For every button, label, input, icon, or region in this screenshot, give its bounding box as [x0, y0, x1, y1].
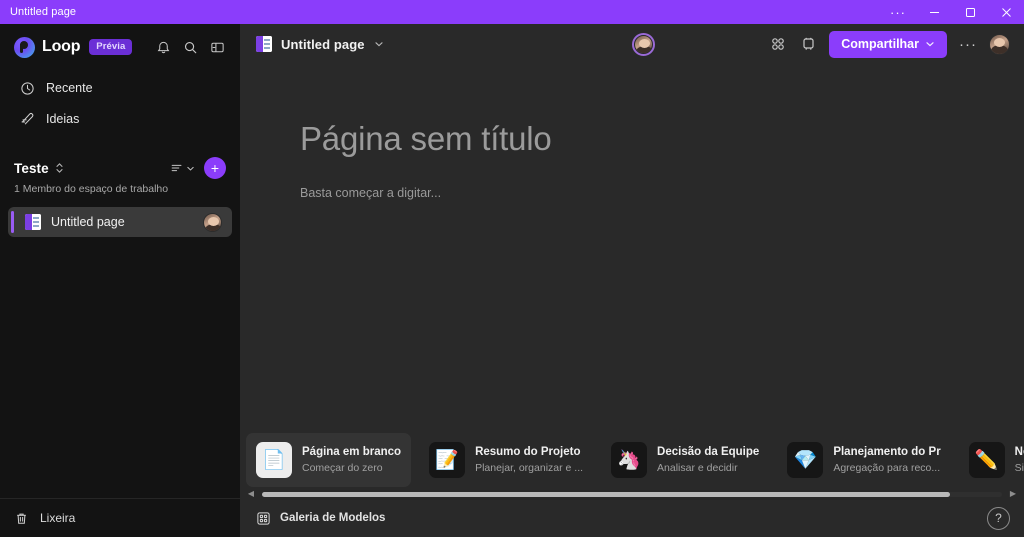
ideas-icon	[20, 112, 35, 127]
share-button[interactable]: Compartilhar	[829, 30, 947, 58]
sidebar-item-label: Recente	[46, 81, 93, 95]
sort-filter-button[interactable]	[170, 161, 195, 175]
team-decision-icon: 🦄	[611, 442, 648, 478]
sidebar-header: Loop Prévia	[0, 28, 240, 66]
sidebar-item-recente[interactable]: Recente	[6, 73, 234, 103]
avatar	[203, 212, 222, 232]
template-subtitle: Agregação para reco...	[833, 462, 941, 474]
template-subtitle: Analisar e decidir	[657, 462, 738, 474]
template-title: Decisão da Equipe	[657, 446, 760, 458]
help-button[interactable]: ?	[987, 506, 1010, 530]
bell-icon[interactable]	[152, 36, 174, 58]
more-options-button[interactable]: ···	[956, 36, 980, 53]
workspace-actions: +	[170, 157, 226, 179]
scrollbar-thumb[interactable]	[262, 491, 951, 497]
copy-link-icon[interactable]	[798, 33, 820, 55]
minimize-icon[interactable]	[916, 0, 952, 24]
blank-page-icon: 📄	[256, 442, 292, 478]
main-content: Untitled page Compartilhar ··· Página se…	[240, 24, 1024, 537]
clock-icon	[20, 81, 35, 96]
loop-page-icon	[256, 36, 272, 52]
document-toolbar: Untitled page Compartilhar ···	[240, 24, 1024, 64]
planning-icon: 💎	[787, 442, 824, 478]
app-body: Loop Prévia Recente Ideias Teste + 1 Mem…	[0, 24, 1024, 537]
template-card[interactable]: ✏️ Notas da Reunião Sincronizar e compa.…	[959, 433, 1024, 487]
window-menu-button[interactable]: ···	[880, 0, 916, 24]
window-controls: ···	[880, 0, 1024, 24]
body-placeholder[interactable]: Basta começar a digitar...	[300, 186, 1024, 200]
template-gallery-button[interactable]: Galeria de Modelos	[256, 511, 385, 526]
collapse-panel-icon[interactable]	[206, 36, 228, 58]
share-button-label: Compartilhar	[841, 37, 919, 51]
selected-indicator	[11, 211, 14, 233]
sidebar-header-actions	[152, 36, 228, 58]
workspace-section: Teste + 1 Membro do espaço de trabalho	[0, 157, 240, 195]
template-scrollbar[interactable]: ◀ ▶	[240, 489, 1024, 499]
template-subtitle: Sincronizar e compa...	[1014, 462, 1024, 474]
add-page-button[interactable]: +	[204, 157, 226, 179]
workspace-switcher-icon[interactable]	[55, 162, 64, 174]
gallery-label: Galeria de Modelos	[280, 512, 386, 524]
template-card[interactable]: 📄 Página em branco Começar do zero	[246, 433, 412, 487]
window-titlebar: Untitled page ···	[0, 0, 1024, 24]
window-title: Untitled page	[10, 6, 77, 18]
scroll-left-arrow-icon[interactable]: ◀	[246, 490, 256, 498]
maximize-icon[interactable]	[952, 0, 988, 24]
project-summary-icon: 📝	[429, 442, 466, 478]
template-title: Planejamento do Pr	[833, 446, 941, 458]
loop-logo-icon	[14, 36, 35, 58]
template-card[interactable]: 💎 Planejamento do Pr Agregação para reco…	[777, 433, 950, 487]
page-title[interactable]: Página sem título	[300, 120, 1024, 158]
template-card[interactable]: 🦄 Decisão da Equipe Analisar e decidir	[601, 433, 769, 487]
template-subtitle: Começar do zero	[302, 462, 383, 474]
list-item[interactable]: Untitled page	[8, 207, 232, 237]
workspace-name[interactable]: Teste	[14, 161, 49, 176]
gallery-grid-icon	[256, 511, 271, 526]
search-icon[interactable]	[179, 36, 201, 58]
workspace-members: 1 Membro do espaço de trabalho	[14, 183, 169, 195]
sidebar-nav: Recente Ideias	[0, 72, 240, 135]
scroll-right-arrow-icon[interactable]: ▶	[1008, 490, 1018, 498]
user-avatar[interactable]	[989, 33, 1010, 55]
meeting-notes-icon: ✏️	[968, 442, 1005, 478]
sidebar-item-label: Ideias	[46, 112, 80, 126]
avatar	[635, 36, 652, 53]
workspace-header: Teste +	[14, 157, 226, 179]
sidebar-item-lixeira[interactable]: Lixeira	[8, 499, 232, 537]
presence-avatar[interactable]	[632, 33, 655, 56]
loop-app-window: Untitled page ··· Loop Prévia Recente Id…	[0, 0, 1024, 537]
template-subtitle: Planejar, organizar e ...	[475, 462, 584, 474]
template-card[interactable]: 📝 Resumo do Projeto Planejar, organizar …	[419, 433, 593, 487]
preview-badge: Prévia	[89, 39, 133, 55]
sidebar: Loop Prévia Recente Ideias Teste + 1 Mem…	[0, 24, 240, 537]
close-icon[interactable]	[988, 0, 1024, 24]
page-item-label: Untitled page	[51, 215, 125, 229]
chevron-down-icon[interactable]	[374, 39, 384, 49]
apps-grid-icon[interactable]	[767, 33, 789, 55]
trash-icon	[14, 511, 29, 526]
template-title: Resumo do Projeto	[475, 446, 581, 458]
loop-page-icon	[25, 214, 41, 230]
template-strip: 📄 Página em branco Começar do zero 📝 Res…	[240, 429, 1024, 491]
toolbar-actions: Compartilhar ···	[767, 30, 1010, 58]
chevron-down-icon	[925, 39, 935, 49]
template-title: Página em branco	[302, 446, 402, 458]
document-title-chip[interactable]: Untitled page	[256, 36, 384, 52]
sidebar-item-ideias[interactable]: Ideias	[6, 104, 234, 134]
document-name: Untitled page	[281, 36, 365, 52]
bottom-bar: Galeria de Modelos ?	[240, 499, 1024, 537]
brand-name: Loop	[42, 38, 81, 55]
page-list: Untitled page	[0, 207, 240, 237]
template-title: Notas da Reunião	[1014, 446, 1024, 458]
sidebar-footer: Lixeira	[0, 498, 240, 537]
scrollbar-track[interactable]	[262, 491, 1002, 497]
sidebar-footer-label: Lixeira	[40, 511, 76, 525]
